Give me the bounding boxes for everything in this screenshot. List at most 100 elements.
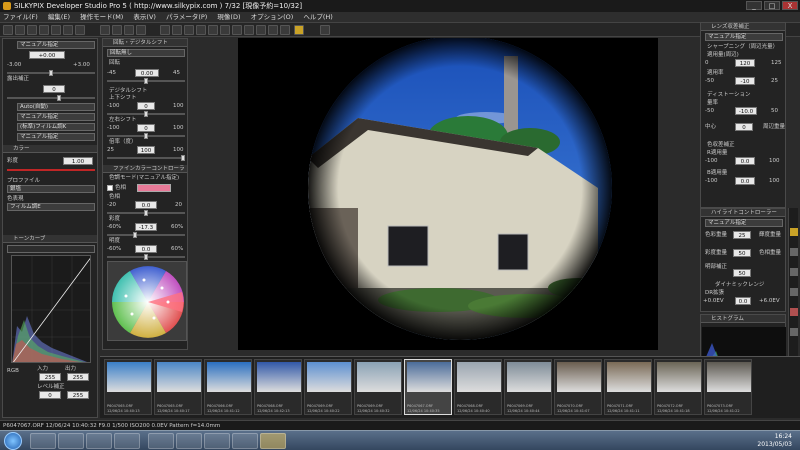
hue-knob[interactable] bbox=[144, 210, 148, 216]
toolbar-rotate-right-icon[interactable] bbox=[220, 25, 230, 35]
toolbar-rotate-left-icon[interactable] bbox=[208, 25, 218, 35]
sat-slider[interactable] bbox=[107, 232, 185, 238]
lum-slider[interactable] bbox=[107, 254, 185, 260]
histogram-header[interactable]: ヒストグラム bbox=[701, 315, 785, 323]
hue-value[interactable]: 0.0 bbox=[135, 201, 157, 209]
center-value[interactable]: 0 bbox=[735, 123, 753, 131]
taskbar-app5-icon[interactable] bbox=[148, 433, 174, 449]
filmstrip-thumbnail[interactable]: P6047068.ORF 12/06/24 10:40:40 bbox=[454, 359, 502, 415]
tone-select[interactable]: マニュアル指定 bbox=[17, 113, 95, 121]
rotate-slider[interactable] bbox=[107, 78, 185, 84]
color-palette-select[interactable]: フィルム調E bbox=[7, 203, 95, 211]
exposure-knob[interactable] bbox=[49, 70, 53, 76]
color-swatch[interactable] bbox=[137, 184, 171, 192]
wb-slider[interactable] bbox=[7, 95, 95, 101]
exposure-value[interactable]: +0.00 bbox=[29, 51, 65, 59]
fine-color-header[interactable]: ファインカラーコントローラー bbox=[103, 165, 187, 180]
sharp2-value[interactable]: -10 bbox=[735, 77, 755, 85]
side-tool-red-icon[interactable] bbox=[790, 308, 798, 316]
wb-mode-select[interactable]: Auto(自動) bbox=[17, 103, 95, 111]
lum-value[interactable]: 0.0 bbox=[135, 245, 157, 253]
dr-value[interactable]: 0.0 bbox=[735, 297, 751, 305]
side-tool-develop-icon[interactable] bbox=[790, 228, 798, 236]
filmstrip-thumbnail[interactable]: P6047069.ORF 12/06/24 10:40:22 bbox=[304, 359, 352, 415]
hl2-value[interactable]: 50 bbox=[733, 249, 751, 257]
up-slider[interactable] bbox=[107, 111, 185, 117]
toolbar-spot-icon[interactable] bbox=[244, 25, 254, 35]
red-value[interactable]: 0.0 bbox=[735, 157, 755, 165]
lr-value[interactable]: 0 bbox=[137, 124, 155, 132]
filmstrip-thumbnail[interactable]: P6047066.ORF 12/06/24 10:41:12 bbox=[204, 359, 252, 415]
color-header[interactable]: カラー bbox=[3, 145, 97, 153]
lr-slider[interactable] bbox=[107, 133, 185, 139]
hl-header[interactable]: ハイライトコントローラー bbox=[701, 209, 785, 217]
color-mode-select[interactable]: マニュアル指定 bbox=[17, 133, 95, 141]
side-tool-preset-icon[interactable] bbox=[790, 248, 798, 256]
saturation-slider[interactable] bbox=[7, 169, 95, 171]
filmstrip-thumbnail[interactable]: P6047067.ORF 12/06/24 10:40:35 bbox=[404, 359, 452, 415]
rotation-header[interactable]: 回転・デジタルシフト bbox=[103, 39, 187, 47]
toolbar-wb-icon[interactable] bbox=[256, 25, 266, 35]
scale-value[interactable]: 100 bbox=[137, 146, 155, 154]
film-select[interactable]: (标準)フィルム調K bbox=[17, 123, 95, 131]
menu-view[interactable]: 表示(V) bbox=[133, 13, 156, 21]
tone-curve-graph[interactable] bbox=[11, 255, 91, 363]
filmstrip-thumbnail[interactable]: P6047065.ORF 12/06/24 10:40:13 bbox=[104, 359, 152, 415]
side-tool-copy-icon[interactable] bbox=[790, 268, 798, 276]
saturation-value[interactable]: 1.00 bbox=[63, 157, 93, 165]
sat-value[interactable]: -17.3 bbox=[135, 223, 157, 231]
scale-slider[interactable] bbox=[107, 155, 185, 161]
hl3-value[interactable]: 50 bbox=[733, 269, 751, 277]
preset-select[interactable]: マニュアル指定 bbox=[17, 41, 95, 49]
toolbar-fullscreen-icon[interactable] bbox=[320, 25, 330, 35]
minimize-button[interactable]: _ bbox=[746, 1, 762, 10]
menu-mode[interactable]: 操作モード(M) bbox=[80, 13, 123, 21]
sat-knob[interactable] bbox=[133, 232, 137, 238]
menu-file[interactable]: ファイル(F) bbox=[3, 13, 38, 21]
menu-options[interactable]: オプション(O) bbox=[251, 13, 294, 21]
exposure-slider[interactable] bbox=[7, 70, 95, 76]
toolbar-loupe-icon[interactable] bbox=[280, 25, 290, 35]
scale-knob[interactable] bbox=[181, 155, 185, 161]
taskbar-media-icon[interactable] bbox=[86, 433, 112, 449]
toolbar-grid-icon[interactable] bbox=[27, 25, 37, 35]
up-knob[interactable] bbox=[144, 111, 148, 117]
toolbar-zoom-in-icon[interactable] bbox=[172, 25, 182, 35]
menu-help[interactable]: ヘルプ(H) bbox=[303, 13, 332, 21]
level-low[interactable]: 0 bbox=[39, 391, 61, 399]
tone-curve-header[interactable]: トーンカーブ bbox=[3, 235, 97, 243]
hue-checkbox[interactable] bbox=[107, 185, 113, 191]
lum-knob[interactable] bbox=[144, 254, 148, 260]
input-value[interactable]: 255 bbox=[39, 373, 61, 381]
hl-preset[interactable]: マニュアル指定 bbox=[705, 219, 783, 227]
toolbar-undo-icon[interactable] bbox=[63, 25, 73, 35]
filmstrip-thumbnail[interactable]: P6047068.ORF 12/06/24 10:42:13 bbox=[254, 359, 302, 415]
curve-channel[interactable]: RGB bbox=[7, 367, 19, 375]
color-wheel-area[interactable] bbox=[107, 261, 187, 341]
toolbar-crop-icon[interactable] bbox=[232, 25, 242, 35]
toolbar-view3-icon[interactable] bbox=[124, 25, 134, 35]
toolbar-view4-icon[interactable] bbox=[136, 25, 146, 35]
filmstrip-thumbnail[interactable]: P6047070.ORF 12/06/24 10:41:07 bbox=[554, 359, 602, 415]
blue-value[interactable]: 0.0 bbox=[735, 177, 755, 185]
taskbar-app7-icon[interactable] bbox=[204, 433, 230, 449]
rotate-knob[interactable] bbox=[144, 78, 148, 84]
rotate-value[interactable]: 0.00 bbox=[135, 69, 159, 77]
rotation-preset[interactable]: 回転無し bbox=[107, 49, 185, 57]
output-value[interactable]: 255 bbox=[67, 373, 89, 381]
menu-edit[interactable]: 編集(E) bbox=[48, 13, 70, 21]
toolbar-info-icon[interactable] bbox=[268, 25, 278, 35]
filmstrip-thumbnail[interactable]: P6047069.ORF 12/06/24 10:40:32 bbox=[354, 359, 402, 415]
filmstrip-thumbnail[interactable]: P6047065.ORF 12/06/24 10:40:17 bbox=[154, 359, 202, 415]
side-tool-paste-icon[interactable] bbox=[790, 288, 798, 296]
dist-value[interactable]: -10.0 bbox=[735, 107, 757, 115]
start-button[interactable] bbox=[4, 432, 22, 450]
toolbar-save-icon[interactable] bbox=[15, 25, 25, 35]
clock[interactable]: 16:24 2013/05/03 bbox=[720, 433, 796, 449]
toolbar-zoom-out-icon[interactable] bbox=[184, 25, 194, 35]
taskbar-chrome-icon[interactable] bbox=[176, 433, 202, 449]
taskbar-silkypix-icon[interactable] bbox=[260, 433, 286, 449]
wb-value[interactable]: 0 bbox=[43, 85, 65, 93]
toolbar-list-icon[interactable] bbox=[39, 25, 49, 35]
lr-knob[interactable] bbox=[144, 133, 148, 139]
